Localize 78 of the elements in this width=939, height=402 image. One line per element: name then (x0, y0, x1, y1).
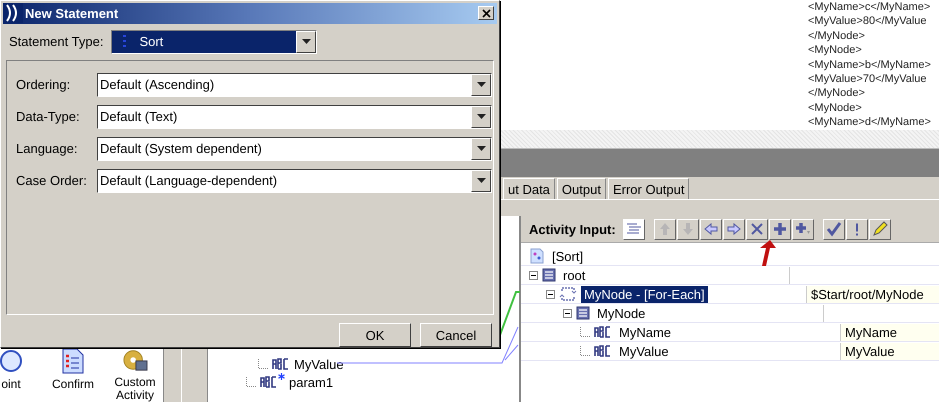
check-icon (826, 221, 842, 237)
dialog-title: New Statement (25, 6, 120, 21)
string-type-icon (260, 376, 278, 388)
tree-node-label[interactable]: MyName (616, 324, 674, 340)
checklist-icon (62, 348, 84, 374)
add-icon (772, 221, 788, 237)
string-type-icon (594, 345, 612, 357)
xml-text-line: <MyName>d</MyName> (808, 115, 932, 130)
add-button[interactable] (768, 218, 791, 240)
schema-icon (529, 248, 545, 264)
xml-text-line: <MyName>c</MyName> (808, 0, 932, 14)
right-button[interactable] (722, 218, 745, 240)
mapping-value[interactable]: MyName (840, 324, 939, 340)
field-label: Ordering: (16, 77, 72, 92)
tree-node-label[interactable]: MyNode (594, 304, 648, 322)
dialog-button[interactable]: OK (339, 323, 411, 347)
xml-text-line: </MyNode> (808, 86, 866, 101)
collapse-toggle[interactable] (529, 270, 538, 280)
add-child-button[interactable] (792, 218, 814, 240)
statement-type-dropdown[interactable]: Sort (111, 30, 318, 54)
delete-icon (748, 221, 765, 237)
xml-text-line: <MyNode> (808, 43, 863, 58)
collapse-toggle[interactable] (546, 290, 555, 298)
xml-text-line: <MyNode> (808, 100, 863, 116)
close-icon (482, 8, 490, 18)
tab[interactable]: ut Data (503, 178, 555, 199)
xml-text-line: </MyNode> (808, 28, 866, 44)
activity-input-label: Activity Input: (529, 222, 616, 236)
xml-text-line: <MyName>b</MyName> (808, 58, 932, 72)
list-view-button[interactable] (622, 218, 645, 240)
error-icon (854, 222, 859, 236)
caret-icon (476, 82, 486, 88)
element-icon (576, 306, 590, 320)
sort-icon (122, 34, 128, 49)
circle-icon (0, 348, 23, 374)
right-icon (726, 221, 742, 237)
field-label: Case Order: (16, 173, 88, 188)
palette-item-label[interactable]: Confirm (52, 378, 94, 391)
left-icon (702, 221, 719, 237)
dropdown-field[interactable]: Default (Text) (97, 104, 492, 129)
mapping-value[interactable]: MyValue (840, 342, 939, 360)
caret-icon (476, 114, 486, 120)
caret-icon (302, 39, 311, 44)
tree-node-label[interactable]: MyValue (616, 342, 672, 360)
list-icon (626, 222, 642, 236)
tree-node-label[interactable]: [Sort] (549, 248, 586, 264)
loop-icon (559, 286, 577, 302)
string-type-icon (594, 326, 612, 338)
tree-item-label[interactable]: MyValue (294, 356, 344, 372)
xml-text-line: <MyValue>80</MyValue (808, 14, 928, 29)
tree-item-label[interactable]: param1 (289, 374, 334, 390)
tab[interactable]: Output (556, 178, 606, 199)
dropdown-field[interactable]: Default (System dependent) (97, 136, 492, 161)
string-type-icon (272, 358, 290, 370)
field-label: Statement Type: (9, 34, 104, 50)
app-logo-icon (3, 3, 23, 24)
mapping-value[interactable]: $Start/root/MyNode (806, 286, 939, 302)
error-button[interactable] (846, 218, 868, 240)
delete-button[interactable] (746, 218, 768, 240)
edit-icon (872, 221, 888, 237)
tab[interactable]: Error Output (608, 178, 690, 199)
palette-item-label[interactable]: oint (1, 378, 21, 391)
left-button[interactable] (700, 218, 722, 240)
field-label: Data-Type: (16, 109, 81, 124)
element-icon (542, 268, 556, 282)
close-button[interactable] (478, 6, 494, 20)
check-button[interactable] (822, 218, 845, 240)
dropdown-field[interactable]: Default (Ascending) (97, 72, 492, 97)
xml-text-line: <MyValue>70</MyValue (808, 72, 928, 86)
caret-icon (476, 146, 486, 152)
palette-item-label[interactable]: Custom Activity (110, 376, 160, 402)
collapse-toggle[interactable] (563, 308, 572, 318)
dropdown-field[interactable]: Default (Language-dependent) (97, 168, 492, 193)
dialog-button[interactable]: Cancel (420, 323, 492, 347)
edit-button[interactable] (868, 218, 891, 240)
tree-node-label[interactable]: root (560, 266, 588, 284)
field-label: Language: (16, 141, 78, 156)
tree-node-label[interactable]: MyNode - [For-Each] (581, 286, 708, 302)
